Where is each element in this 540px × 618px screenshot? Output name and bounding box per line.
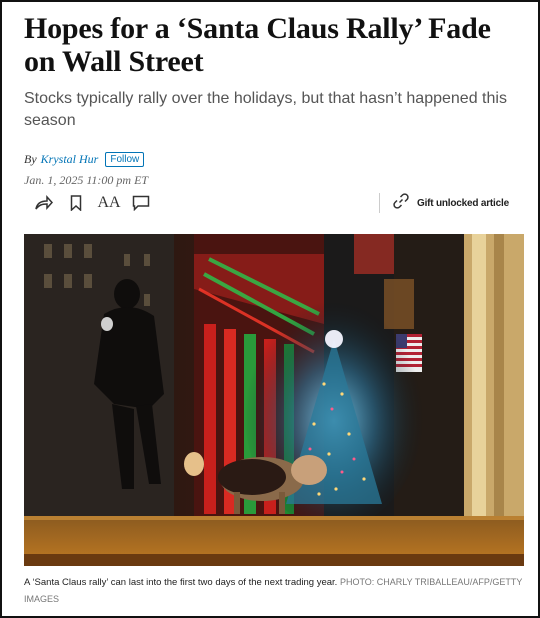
- article-frame: Hopes for a ‘Santa Claus Rally’ Fade on …: [0, 0, 540, 618]
- gift-article-button[interactable]: Gift unlocked article: [392, 192, 509, 214]
- article-content: Hopes for a ‘Santa Claus Rally’ Fade on …: [24, 12, 524, 604]
- follow-button[interactable]: Follow: [105, 152, 145, 167]
- photo-caption: A ‘Santa Claus rally’ can last into the …: [24, 574, 524, 608]
- headline: Hopes for a ‘Santa Claus Rally’ Fade on …: [24, 12, 491, 78]
- caption-text: A ‘Santa Claus rally’ can last into the …: [24, 577, 338, 588]
- article-toolbar: AA Gift unlocked article: [24, 192, 524, 214]
- dek: Stocks typically rally over the holidays…: [24, 90, 507, 129]
- share-icon[interactable]: [32, 192, 56, 214]
- dateline: Jan. 1, 2025 11:00 pm ET: [24, 173, 149, 187]
- gift-label: Gift unlocked article: [417, 197, 509, 209]
- article-photo[interactable]: [24, 234, 524, 566]
- byline-prefix: By: [24, 152, 37, 166]
- toolbar-divider: [379, 193, 380, 213]
- text-size-button[interactable]: AA: [96, 192, 122, 214]
- comment-icon[interactable]: [130, 192, 152, 214]
- link-icon: [392, 192, 410, 215]
- byline: By Krystal Hur Follow: [24, 152, 524, 167]
- bookmark-icon[interactable]: [66, 192, 86, 214]
- author-link[interactable]: Krystal Hur: [41, 152, 99, 167]
- text-size-label: AA: [97, 194, 121, 211]
- photo-illustration: [24, 234, 524, 566]
